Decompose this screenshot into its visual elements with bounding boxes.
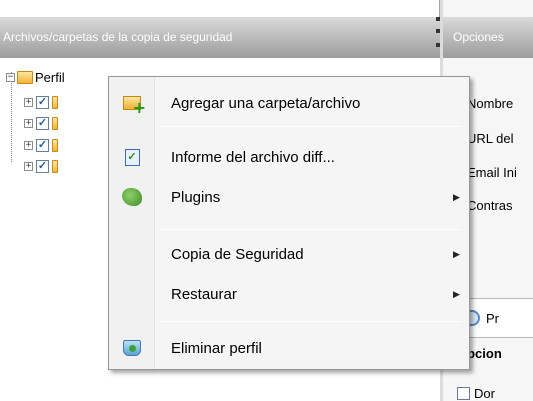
backup-files-header: Archivos/carpetas de la copia de segurid… [0, 17, 440, 58]
expand-icon[interactable]: + [24, 118, 33, 128]
name-label: Nombre [467, 96, 514, 111]
folder-icon [52, 138, 58, 152]
menu-separator [161, 229, 461, 230]
item-checkbox[interactable]: ✓ [36, 138, 49, 152]
option-checkbox-row[interactable]: ✓ Dor [457, 386, 495, 401]
plugin-icon [121, 186, 143, 208]
folder-icon [52, 159, 58, 173]
tree-root-label: Perfil [35, 69, 65, 85]
menu-item-plugins[interactable]: Plugins ▶ [111, 182, 466, 212]
menu-item-delete-profile[interactable]: Eliminar perfil [111, 333, 466, 363]
item-checkbox[interactable]: ✓ [36, 116, 49, 130]
delete-profile-icon [121, 337, 143, 359]
add-folder-icon [121, 92, 146, 117]
menu-icon-strip [109, 77, 155, 369]
submenu-arrow-icon: ▶ [453, 288, 460, 299]
option-checkbox-label: Dor [474, 386, 495, 401]
tree-item[interactable]: + ✓ [24, 94, 58, 110]
menu-item-label: Informe del archivo diff... [171, 148, 335, 166]
submenu-arrow-icon: ▶ [453, 191, 460, 202]
menu-item-label: Restaurar [171, 285, 237, 303]
menu-item-label: Plugins [171, 188, 221, 206]
submenu-arrow-icon: ▶ [453, 248, 460, 259]
password-label: Contras [467, 198, 513, 213]
menu-item-label: Agregar una carpeta/archivo [171, 94, 361, 112]
item-checkbox[interactable]: ✓ [36, 159, 49, 173]
menu-item-label: Copia de Seguridad [171, 245, 304, 263]
tree-item[interactable]: + ✓ [24, 115, 58, 131]
menu-separator [161, 321, 461, 322]
menu-item-restore[interactable]: Restaurar ▶ [111, 279, 466, 309]
email-label: Email Ini [467, 165, 517, 180]
expand-icon[interactable]: + [24, 161, 33, 171]
menu-separator [161, 126, 461, 127]
tree-item[interactable]: + ✓ [24, 158, 58, 174]
menu-item-backup[interactable]: Copia de Seguridad ▶ [111, 239, 466, 269]
folder-icon [52, 95, 58, 109]
tree-item[interactable]: + ✓ [24, 137, 58, 153]
item-checkbox[interactable]: ✓ [36, 95, 49, 109]
context-menu: Agregar una carpeta/archivo ✓ Informe de… [108, 76, 470, 370]
menu-item-diff-report[interactable]: ✓ Informe del archivo diff... [111, 142, 466, 172]
tree-root-profile[interactable]: − Perfil [6, 68, 65, 86]
url-label: URL del [467, 131, 514, 146]
profile-folder-icon [17, 70, 33, 84]
options-header: Opciones [443, 17, 533, 58]
progress-tab-label: Pr [486, 310, 499, 326]
collapse-icon[interactable]: − [6, 72, 15, 82]
expand-icon[interactable]: + [24, 97, 33, 107]
menu-item-label: Eliminar perfil [171, 339, 262, 357]
expand-icon[interactable]: + [24, 140, 33, 150]
option-checkbox[interactable]: ✓ [457, 387, 470, 400]
report-icon: ✓ [121, 146, 143, 168]
menu-item-add-folder[interactable]: Agregar una carpeta/archivo [111, 88, 466, 118]
folder-icon [52, 116, 58, 130]
